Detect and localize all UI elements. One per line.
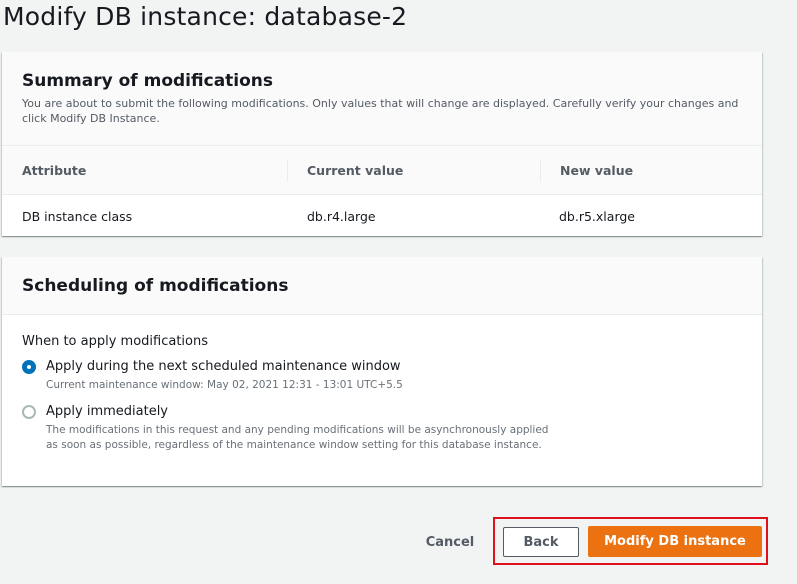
option-label[interactable]: Apply immediately	[46, 404, 168, 419]
page-title: Modify DB instance: database-2	[3, 2, 408, 31]
cancel-button[interactable]: Cancel	[417, 528, 483, 556]
option-description: Current maintenance window: May 02, 2021…	[46, 379, 403, 391]
cell-attribute: DB instance class	[22, 209, 133, 224]
option-label[interactable]: Apply during the next scheduled maintena…	[46, 359, 401, 374]
scheduling-title: Scheduling of modifications	[22, 276, 289, 296]
summary-title: Summary of modifications	[22, 71, 274, 91]
column-header-attribute: Attribute	[22, 163, 87, 178]
option-description: The modifications in this request and an…	[46, 424, 549, 451]
summary-description: You are about to submit the following mo…	[22, 97, 739, 125]
column-divider	[540, 160, 541, 182]
modify-db-instance-button[interactable]: Modify DB instance	[588, 526, 762, 557]
back-button[interactable]: Back	[503, 527, 579, 557]
column-header-new-value: New value	[560, 163, 634, 178]
when-to-apply-label: When to apply modifications	[22, 334, 209, 349]
cell-current-value: db.r4.large	[307, 209, 376, 224]
summary-panel: Summary of modifications You are about t…	[2, 52, 762, 236]
column-header-current-value: Current value	[307, 163, 404, 178]
scheduling-panel: Scheduling of modifications When to appl…	[2, 257, 762, 486]
column-divider	[287, 160, 288, 182]
table-header: Attribute Current value New value	[2, 146, 762, 195]
cell-new-value: db.r5.xlarge	[559, 209, 635, 224]
radio-button-selected[interactable]	[22, 360, 36, 374]
radio-button[interactable]	[22, 405, 36, 419]
